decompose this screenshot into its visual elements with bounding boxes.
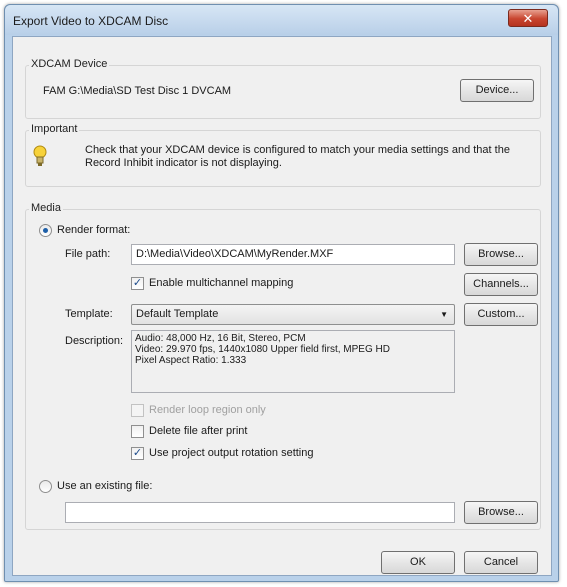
multichannel-label[interactable]: Enable multichannel mapping <box>149 277 293 289</box>
device-button[interactable]: Device... <box>460 79 534 102</box>
delete-file-label[interactable]: Delete file after print <box>149 425 247 437</box>
existing-file-radio[interactable] <box>39 480 52 493</box>
description-label: Description: <box>65 335 124 347</box>
render-loop-label[interactable]: Render loop region only <box>149 404 266 416</box>
file-path-label: File path: <box>65 248 111 260</box>
export-dialog-window: Export Video to XDCAM Disc ✕ XDCAM Devic… <box>4 4 559 582</box>
lightbulb-icon <box>33 145 47 166</box>
close-icon: ✕ <box>522 11 534 26</box>
custom-button[interactable]: Custom... <box>464 303 538 326</box>
render-format-label[interactable]: Render format: <box>57 224 130 236</box>
use-rotation-label[interactable]: Use project output rotation setting <box>149 447 313 459</box>
delete-file-checkbox[interactable] <box>131 425 144 438</box>
template-label: Template: <box>65 308 113 320</box>
channels-button[interactable]: Channels... <box>464 273 538 296</box>
window-title: Export Video to XDCAM Disc <box>13 14 169 28</box>
important-message-line2: Record Inhibit indicator is not displayi… <box>85 157 282 169</box>
chevron-down-icon: ▼ <box>440 310 448 319</box>
existing-file-label[interactable]: Use an existing file: <box>57 480 152 492</box>
xdcam-device-group-label: XDCAM Device <box>29 58 110 70</box>
device-path-text: FAM G:\Media\SD Test Disc 1 DVCAM <box>43 85 232 97</box>
description-box: Audio: 48,000 Hz, 16 Bit, Stereo, PCM Vi… <box>131 330 455 393</box>
file-path-input[interactable]: D:\Media\Video\XDCAM\MyRender.MXF <box>131 244 455 265</box>
cancel-button[interactable]: Cancel <box>464 551 538 574</box>
existing-file-input[interactable] <box>65 502 455 523</box>
render-format-radio[interactable] <box>39 224 52 237</box>
existing-file-browse-button[interactable]: Browse... <box>464 501 538 524</box>
media-group-label: Media <box>29 202 63 214</box>
use-rotation-checkbox[interactable]: ✓ <box>131 447 144 460</box>
multichannel-checkbox[interactable]: ✓ <box>131 277 144 290</box>
template-selected-value: Default Template <box>136 308 219 320</box>
important-group-label: Important <box>29 123 80 135</box>
file-path-browse-button[interactable]: Browse... <box>464 243 538 266</box>
ok-button[interactable]: OK <box>381 551 455 574</box>
description-line: Pixel Aspect Ratio: 1.333 <box>135 355 247 366</box>
title-bar[interactable]: Export Video to XDCAM Disc ✕ <box>5 5 558 35</box>
template-select[interactable]: Default Template ▼ <box>131 304 455 325</box>
check-icon: ✓ <box>132 277 143 289</box>
check-icon: ✓ <box>132 447 143 459</box>
close-button[interactable]: ✕ <box>508 9 548 27</box>
description-line: Audio: 48,000 Hz, 16 Bit, Stereo, PCM <box>135 333 306 344</box>
important-message-line1: Check that your XDCAM device is configur… <box>85 144 510 156</box>
dialog-client-area: XDCAM Device FAM G:\Media\SD Test Disc 1… <box>12 36 552 576</box>
render-loop-checkbox[interactable] <box>131 404 144 417</box>
description-line: Video: 29.970 fps, 1440x1080 Upper field… <box>135 344 390 355</box>
